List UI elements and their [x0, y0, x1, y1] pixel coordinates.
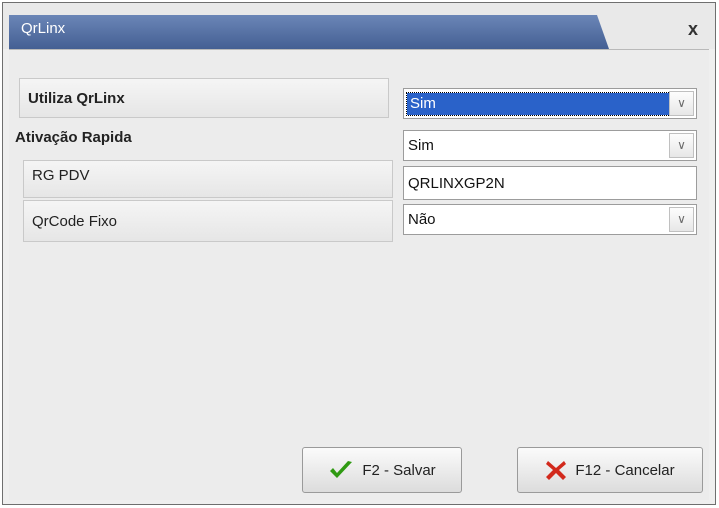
save-label: F2 - Salvar: [362, 461, 436, 479]
label-qrcode-fixo: QrCode Fixo: [23, 200, 393, 242]
label-ativacao-rapida: Ativação Rapida: [15, 129, 132, 146]
check-icon: [330, 461, 353, 478]
chevron-down-icon[interactable]: ∨: [669, 91, 694, 116]
title-tab: [9, 15, 609, 49]
select-value: Sim: [406, 92, 687, 116]
dialog-window: QrLinx x Utiliza QrLinx Sim ∨ Ativação R…: [2, 2, 716, 505]
select-value: Não: [408, 211, 436, 228]
close-icon[interactable]: x: [681, 17, 705, 41]
select-ativacao-rapida[interactable]: Sim ∨: [403, 130, 697, 161]
window-title: QrLinx: [21, 20, 66, 37]
label-utiliza-qrlinx: Utiliza QrLinx: [19, 78, 389, 118]
title-bar[interactable]: QrLinx x: [3, 3, 715, 49]
select-qrcode-fixo[interactable]: Não ∨: [403, 204, 697, 235]
input-rg-pdv[interactable]: QRLINXGP2N: [403, 166, 697, 200]
save-button[interactable]: F2 - Salvar: [302, 447, 462, 493]
select-value: Sim: [408, 137, 434, 154]
form-content: Utiliza QrLinx Sim ∨ Ativação Rapida Sim…: [9, 49, 709, 500]
cancel-button[interactable]: F12 - Cancelar: [517, 447, 703, 493]
chevron-down-icon[interactable]: ∨: [669, 133, 694, 158]
cancel-label: F12 - Cancelar: [575, 461, 675, 479]
chevron-down-icon[interactable]: ∨: [669, 207, 694, 232]
input-value: QRLINXGP2N: [408, 175, 505, 192]
select-utiliza-qrlinx[interactable]: Sim ∨: [403, 88, 697, 119]
label-rg-pdv: RG PDV: [23, 160, 393, 198]
x-icon: [546, 461, 567, 480]
